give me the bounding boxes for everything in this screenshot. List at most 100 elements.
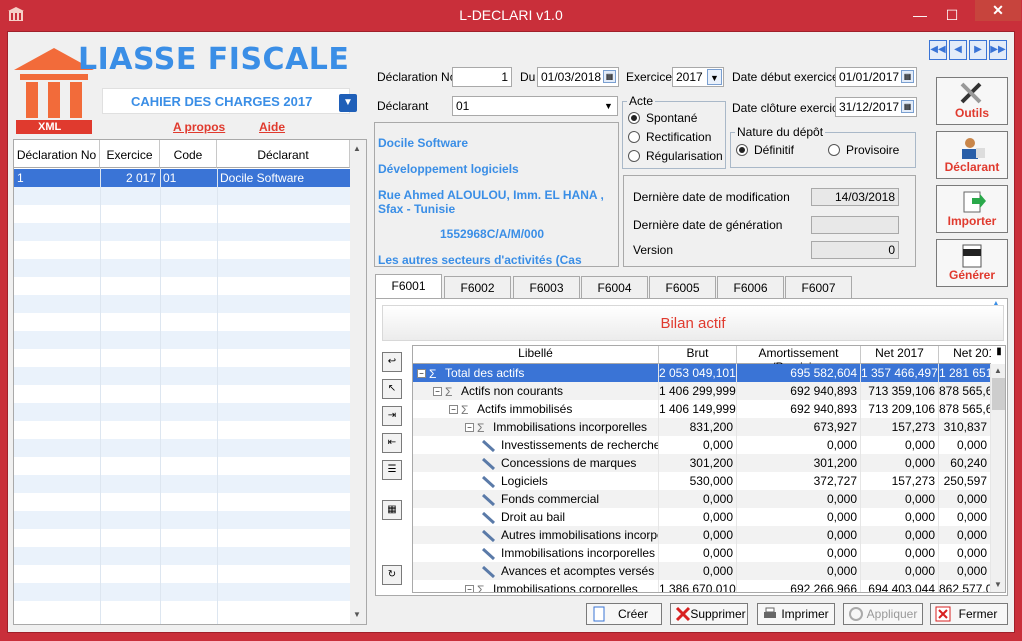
generer-button[interactable]: Générer: [936, 239, 1008, 287]
cell-amort[interactable]: 692 940,893: [737, 400, 861, 418]
cell-net2017[interactable]: 0,000: [861, 544, 939, 562]
table-grid-icon[interactable]: ▦: [382, 500, 402, 520]
tab-f6004[interactable]: F6004: [581, 276, 648, 298]
cell-amort[interactable]: 0,000: [737, 562, 861, 580]
cell-net2017[interactable]: 0,000: [861, 562, 939, 580]
cell-net2017[interactable]: 0,000: [861, 454, 939, 472]
cell-net2017[interactable]: 1 357 466,497: [861, 364, 939, 382]
cell-net2017[interactable]: 157,273: [861, 418, 939, 436]
col-header-brut[interactable]: Brut: [659, 346, 737, 364]
cell-net2017[interactable]: 0,000: [861, 508, 939, 526]
cell-net2016[interactable]: 60,240: [939, 454, 991, 472]
cell-amort[interactable]: 0,000: [737, 490, 861, 508]
cell-net2016[interactable]: 0,000: [939, 436, 991, 454]
close-button[interactable]: ✕: [975, 0, 1021, 21]
tab-f6006[interactable]: F6006: [717, 276, 784, 298]
cell-net2016[interactable]: 0,000: [939, 508, 991, 526]
importer-button[interactable]: Importer: [936, 185, 1008, 233]
collapse-icon[interactable]: −: [449, 405, 458, 415]
exercice-select[interactable]: 2017 ▼: [672, 67, 724, 87]
radio-spontane[interactable]: [628, 112, 640, 124]
radio-definitif[interactable]: [736, 144, 748, 156]
cell-net2016[interactable]: 0,000: [939, 544, 991, 562]
cell-brut[interactable]: 530,000: [659, 472, 737, 490]
cell-amort[interactable]: 372,727: [737, 472, 861, 490]
cell-net2017[interactable]: 713 359,106: [861, 382, 939, 400]
collapse-icon[interactable]: −: [433, 387, 442, 397]
select-cursor-icon[interactable]: ↖: [382, 379, 402, 399]
list-icon[interactable]: ☰: [382, 460, 402, 480]
cell-net2017[interactable]: 0,000: [861, 490, 939, 508]
minimize-button[interactable]: —: [908, 6, 932, 24]
column-chooser-icon[interactable]: ▮: [991, 346, 1005, 364]
col-header-code[interactable]: Code: [160, 140, 217, 168]
tree-row[interactable]: Fonds commercial 0,000 0,000 0,000 0,000: [413, 490, 991, 508]
imprimer-button[interactable]: Imprimer: [757, 603, 835, 625]
cell-brut[interactable]: 0,000: [659, 544, 737, 562]
cell-brut[interactable]: 0,000: [659, 436, 737, 454]
col-header-libelle[interactable]: Libellé: [413, 346, 659, 364]
cell-net2017[interactable]: 0,000: [861, 526, 939, 544]
creer-button[interactable]: Créer: [586, 603, 662, 625]
declarant-button[interactable]: Déclarant: [936, 131, 1008, 179]
refresh-icon[interactable]: ↻: [382, 565, 402, 585]
tree-row[interactable]: − Σ Actifs non courants 1 406 299,999 692 94…: [413, 382, 991, 400]
cell-net2017[interactable]: 694 403,044: [861, 580, 939, 592]
cell-brut[interactable]: 1 386 670,010: [659, 580, 737, 592]
col-header-exercice[interactable]: Exercice: [100, 140, 160, 168]
cell-net2017[interactable]: 0,000: [861, 436, 939, 454]
tree-row[interactable]: Droit au bail 0,000 0,000 0,000 0,000: [413, 508, 991, 526]
tree-row[interactable]: Immobilisations incorporelles en cours0,…: [413, 544, 991, 562]
tree-row[interactable]: Autres immobilisations incorporelles0,00…: [413, 526, 991, 544]
calendar-icon[interactable]: ▦: [901, 70, 914, 83]
cahier-dropdown-icon[interactable]: ▼: [339, 94, 357, 112]
col-header-net2017[interactable]: Net 2017: [861, 346, 939, 364]
tree-row[interactable]: − Σ Immobilisations corporelles 1 386 670,0…: [413, 580, 991, 592]
cell-amort[interactable]: 301,200: [737, 454, 861, 472]
supprimer-button[interactable]: Supprimer: [670, 603, 748, 625]
cell-net2016[interactable]: 878 565,639: [939, 382, 991, 400]
col-header-declarant[interactable]: Déclarant: [217, 140, 350, 168]
tree-row[interactable]: Investissements de recherche 0,000 0,000 0,…: [413, 436, 991, 454]
cell-amort[interactable]: 692 266,966: [737, 580, 861, 592]
cell-amort[interactable]: 0,000: [737, 526, 861, 544]
tab-f6003[interactable]: F6003: [513, 276, 580, 298]
cell-amort[interactable]: 695 582,604: [737, 364, 861, 382]
cell-brut[interactable]: 0,000: [659, 508, 737, 526]
cell-net2016[interactable]: 0,000: [939, 526, 991, 544]
cell-brut[interactable]: 1 406 149,999: [659, 400, 737, 418]
undo-icon[interactable]: ↩: [382, 352, 402, 372]
collapse-icon[interactable]: −: [417, 369, 426, 379]
col-header-declaration-no[interactable]: Déclaration No: [14, 140, 100, 168]
aide-link[interactable]: Aide: [259, 120, 285, 134]
apropos-link[interactable]: A propos: [173, 120, 225, 134]
cell-net2016[interactable]: 0,000: [939, 562, 991, 580]
du-date-input[interactable]: 01/03/2018 ▦: [537, 67, 619, 87]
tree-scrollbar[interactable]: ▲ ▼: [991, 364, 1005, 592]
cell-amort[interactable]: 673,927: [737, 418, 861, 436]
cell-net2016[interactable]: 878 565,639: [939, 400, 991, 418]
tree-row[interactable]: Avances et acomptes versés 0,000 0,000 0,00…: [413, 562, 991, 580]
cell-brut[interactable]: 0,000: [659, 490, 737, 508]
cell-net2017[interactable]: 713 209,106: [861, 400, 939, 418]
cell-amort[interactable]: 0,000: [737, 436, 861, 454]
cell-brut[interactable]: 1 406 299,999: [659, 382, 737, 400]
cell-brut[interactable]: 2 053 049,101: [659, 364, 737, 382]
cell-amort[interactable]: 692 940,893: [737, 382, 861, 400]
collapse-icon[interactable]: −: [465, 585, 474, 592]
chevron-down-icon[interactable]: ▼: [601, 98, 616, 114]
fermer-button[interactable]: Fermer: [930, 603, 1008, 625]
list-scrollbar[interactable]: ▲ ▼: [350, 140, 366, 624]
chevron-down-icon[interactable]: ▼: [707, 69, 722, 85]
tree-row[interactable]: − Σ Immobilisations incorporelles 831,200 67…: [413, 418, 991, 436]
radio-regularisation[interactable]: [628, 150, 640, 162]
radio-rectification[interactable]: [628, 131, 640, 143]
declaration-no-input[interactable]: 1: [452, 67, 512, 87]
cell-amort[interactable]: 0,000: [737, 508, 861, 526]
declarant-select[interactable]: 01 ▼: [452, 96, 618, 116]
collapse-icon[interactable]: −: [465, 423, 474, 433]
outils-button[interactable]: Outils: [936, 77, 1008, 125]
col-header-amortissement[interactable]: Amortissement /Provision: [737, 346, 861, 374]
cell-amort[interactable]: 0,000: [737, 544, 861, 562]
indent-right-icon[interactable]: ⇥: [382, 406, 402, 426]
